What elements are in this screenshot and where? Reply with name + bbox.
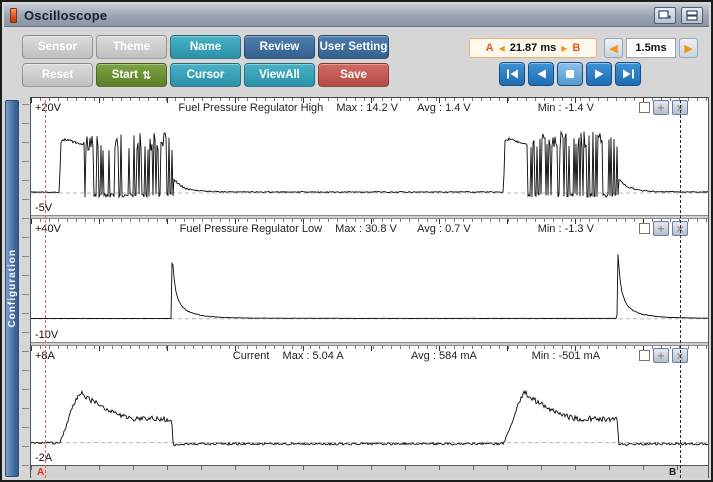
channel-checkbox[interactable] bbox=[639, 223, 650, 234]
layout-icon[interactable] bbox=[681, 7, 703, 24]
timebase-increase-button[interactable]: ▶ bbox=[679, 38, 698, 58]
title-bar: Oscilloscope bbox=[4, 4, 709, 27]
waveform-plot[interactable] bbox=[31, 113, 708, 213]
channel-bottom-range-label: -10V bbox=[35, 329, 58, 341]
step-forward-icon bbox=[594, 69, 605, 79]
cursor-a-left-arrow-icon[interactable]: ◀ bbox=[499, 44, 505, 53]
cursor-button[interactable]: Cursor bbox=[170, 63, 241, 87]
left-arrow-icon: ◀ bbox=[609, 42, 617, 55]
viewall-button[interactable]: ViewAll bbox=[244, 63, 315, 87]
theme-button[interactable]: Theme bbox=[96, 35, 167, 59]
channel-expand-button[interactable]: + bbox=[653, 221, 669, 236]
cursor-a-marker[interactable]: A bbox=[37, 467, 44, 478]
timebase-value[interactable]: 1.5ms bbox=[626, 38, 676, 58]
ab-time-value: 21.87 ms bbox=[510, 42, 556, 54]
review-button[interactable]: Review bbox=[244, 35, 315, 59]
scope-area: +20V Fuel Pressure Regulator High Max : … bbox=[30, 97, 709, 478]
channel-panel-fuel-pressure-regulator-low: +40V Fuel Pressure Regulator Low Max : 3… bbox=[31, 219, 708, 342]
configuration-tab[interactable]: Configuration bbox=[5, 100, 19, 477]
channel-expand-button[interactable]: + bbox=[653, 348, 669, 363]
window-title: Oscilloscope bbox=[24, 8, 107, 23]
start-button-label: Start bbox=[112, 69, 138, 81]
skip-to-end-button[interactable] bbox=[615, 62, 641, 86]
right-arrow-icon: ▶ bbox=[684, 42, 692, 55]
configuration-tab-label: Configuration bbox=[7, 249, 18, 328]
toolbar: Sensor Theme Name Review User Setting Re… bbox=[22, 35, 389, 87]
waveform-plot[interactable] bbox=[31, 361, 708, 463]
name-button[interactable]: Name bbox=[170, 35, 241, 59]
waveform-trace bbox=[31, 113, 708, 213]
cursor-a-line[interactable] bbox=[45, 100, 46, 478]
channel-panel-current: +8A Current Max : 5.04 A Avg : 584 mA Mi… bbox=[31, 346, 708, 465]
reset-button[interactable]: Reset bbox=[22, 63, 93, 87]
cursor-a-label: A bbox=[486, 42, 494, 54]
waveform-trace bbox=[31, 234, 708, 340]
channel-panel-fuel-pressure-regulator-high: +20V Fuel Pressure Regulator High Max : … bbox=[31, 98, 708, 215]
waveform-plot[interactable] bbox=[31, 234, 708, 340]
oscilloscope-window: Oscilloscope Sensor Theme Name Review Us… bbox=[0, 0, 713, 482]
cursor-b-label: B bbox=[572, 42, 580, 54]
step-back-icon bbox=[536, 69, 547, 79]
step-back-button[interactable] bbox=[528, 62, 554, 86]
stop-button[interactable] bbox=[557, 62, 583, 86]
start-button[interactable]: Start ⇅ bbox=[96, 63, 167, 87]
cursor-b-right-arrow-icon[interactable]: ▶ bbox=[561, 44, 567, 53]
cursor-b-line[interactable] bbox=[680, 100, 681, 478]
user-setting-button[interactable]: User Setting bbox=[318, 35, 389, 59]
skip-to-end-icon bbox=[622, 69, 635, 79]
bottom-time-strip: A B bbox=[31, 465, 708, 478]
ab-time-readout: A ◀ 21.87 ms ▶ B bbox=[469, 38, 597, 58]
stop-icon bbox=[565, 69, 575, 79]
channel-bottom-range-label: -5V bbox=[35, 202, 52, 214]
step-forward-button[interactable] bbox=[586, 62, 612, 86]
vertical-scale-ticks bbox=[19, 98, 30, 477]
timebase-decrease-button[interactable]: ◀ bbox=[604, 38, 623, 58]
sensor-button[interactable]: Sensor bbox=[22, 35, 93, 59]
waveform-trace bbox=[31, 361, 708, 463]
new-window-icon[interactable] bbox=[654, 7, 676, 24]
channel-expand-button[interactable]: + bbox=[653, 100, 669, 115]
channel-checkbox[interactable] bbox=[639, 350, 650, 361]
channel-bottom-range-label: -2A bbox=[35, 452, 52, 464]
transport-controls bbox=[499, 62, 641, 86]
channel-checkbox[interactable] bbox=[639, 102, 650, 113]
up-down-stepper-icon: ⇅ bbox=[142, 69, 151, 82]
skip-to-start-icon bbox=[506, 69, 519, 79]
save-button[interactable]: Save bbox=[318, 63, 389, 87]
cursor-b-marker[interactable]: B bbox=[669, 467, 676, 478]
app-icon bbox=[10, 8, 17, 23]
skip-to-start-button[interactable] bbox=[499, 62, 525, 86]
